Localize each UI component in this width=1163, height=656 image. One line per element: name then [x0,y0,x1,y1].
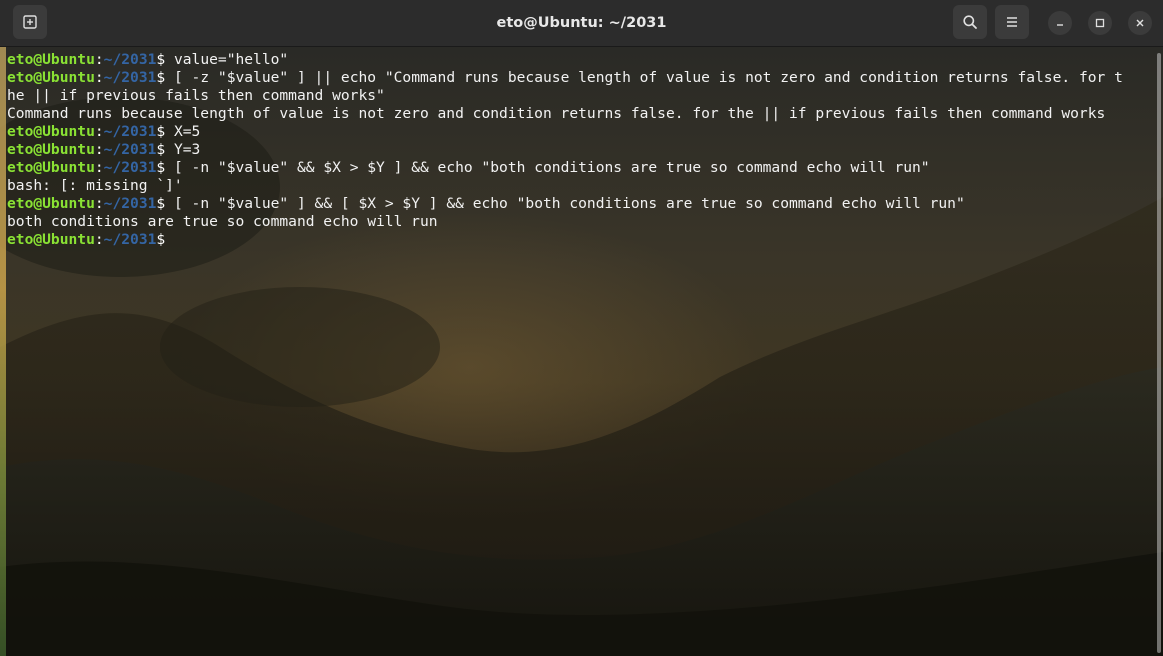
title-bar[interactable]: eto@Ubuntu: ~/2031 [0,0,1163,47]
wallpaper-edge-strip [0,47,6,656]
output-text: both conditions are true so command echo… [7,213,438,230]
minimize-button[interactable] [1048,11,1072,35]
command-text: [ -z "$value" ] || echo "Command runs be… [165,69,1123,86]
command-line: eto@Ubuntu:~/2031$ [7,231,1155,249]
scrollbar[interactable] [1157,53,1161,653]
prompt-user-host: eto@Ubuntu [7,141,95,158]
command-line: eto@Ubuntu:~/2031$ [ -z "$value" ] || ec… [7,69,1155,87]
menu-button[interactable] [995,5,1029,39]
prompt-user-host: eto@Ubuntu [7,123,95,140]
close-button[interactable] [1128,11,1152,35]
minimize-icon [1055,18,1065,28]
output-line: Command runs because length of value is … [7,105,1155,123]
output-line: he || if previous fails then command wor… [7,87,1155,105]
prompt-user-host: eto@Ubuntu [7,69,95,86]
new-tab-icon [22,14,38,30]
prompt-symbol: $ [156,69,166,86]
maximize-button[interactable] [1088,11,1112,35]
prompt-user-host: eto@Ubuntu [7,195,95,212]
prompt-separator: : [94,231,104,248]
prompt-path: ~/2031 [103,195,157,212]
new-tab-button[interactable] [13,5,47,39]
command-line: eto@Ubuntu:~/2031$ X=5 [7,123,1155,141]
prompt-separator: : [94,123,104,140]
hamburger-menu-icon [1005,15,1019,29]
prompt-separator: : [94,51,104,68]
output-line: bash: [: missing `]' [7,177,1155,195]
prompt-separator: : [94,69,104,86]
prompt-user-host: eto@Ubuntu [7,159,95,176]
prompt-symbol: $ [156,159,166,176]
output-text: bash: [: missing `]' [7,177,183,194]
prompt-path: ~/2031 [103,123,157,140]
command-line: eto@Ubuntu:~/2031$ [ -n "$value" ] && [ … [7,195,1155,213]
prompt-user-host: eto@Ubuntu [7,231,95,248]
output-text: Command runs because length of value is … [7,105,1106,122]
prompt-separator: : [94,159,104,176]
terminal-window: eto@Ubuntu: ~/2031 eto@Ubuntu:~/2031$ va… [0,0,1163,656]
prompt-path: ~/2031 [103,159,157,176]
command-text: Y=3 [165,141,201,158]
prompt-path: ~/2031 [103,231,157,248]
command-text: X=5 [165,123,201,140]
maximize-icon [1095,18,1105,28]
text-cursor [165,231,166,247]
prompt-path: ~/2031 [103,69,157,86]
command-line: eto@Ubuntu:~/2031$ [ -n "$value" && $X >… [7,159,1155,177]
prompt-symbol: $ [156,51,166,68]
output-text: he || if previous fails then command wor… [7,87,385,104]
terminal-text: eto@Ubuntu:~/2031$ value="hello" eto@Ubun… [7,51,1155,249]
window-title: eto@Ubuntu: ~/2031 [496,15,667,31]
command-text: value="hello" [165,51,289,68]
prompt-path: ~/2031 [103,51,157,68]
prompt-user-host: eto@Ubuntu [7,51,95,68]
command-text: [ -n "$value" ] && [ $X > $Y ] && echo "… [165,195,965,212]
search-button[interactable] [953,5,987,39]
prompt-separator: : [94,141,104,158]
search-icon [962,14,978,30]
prompt-separator: : [94,195,104,212]
command-text: [ -n "$value" && $X > $Y ] && echo "both… [165,159,930,176]
command-line: eto@Ubuntu:~/2031$ value="hello" [7,51,1155,69]
prompt-path: ~/2031 [103,141,157,158]
prompt-symbol: $ [156,123,166,140]
prompt-symbol: $ [156,195,166,212]
prompt-symbol: $ [156,231,166,248]
output-line: both conditions are true so command echo… [7,213,1155,231]
command-line: eto@Ubuntu:~/2031$ Y=3 [7,141,1155,159]
prompt-symbol: $ [156,141,166,158]
close-icon [1135,18,1145,28]
terminal-output-area[interactable]: eto@Ubuntu:~/2031$ value="hello" eto@Ubun… [0,47,1163,656]
